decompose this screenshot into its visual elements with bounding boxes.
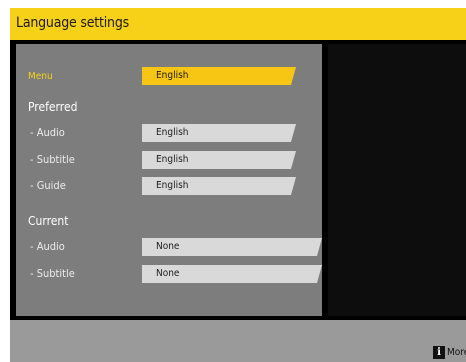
footer-bar: i More [10,320,466,362]
preferred-heading: Preferred [28,100,78,114]
preferred-guide-selector[interactable]: English [142,177,296,195]
settings-panel: Menu English Preferred - Audio English -… [16,44,322,316]
video-preview [328,44,466,316]
more-button-label[interactable]: More [447,347,466,358]
preferred-audio-label: - Audio [30,126,65,139]
preferred-guide-label: - Guide [30,179,66,192]
page-title: Language settings [16,15,129,31]
current-audio-label: - Audio [30,240,65,253]
menu-language-selector[interactable]: English [142,67,296,85]
current-subtitle-value: None [156,268,180,279]
info-icon[interactable]: i [433,346,445,359]
current-audio-selector[interactable]: None [142,238,322,256]
current-audio-value: None [156,241,180,252]
preferred-audio-selector[interactable]: English [142,124,296,142]
menu-language-label: Menu [28,71,53,82]
current-subtitle-label: - Subtitle [30,267,75,280]
preferred-subtitle-selector[interactable]: English [142,151,296,169]
language-settings-screen: Language settings Menu English Preferred… [10,8,466,362]
current-heading: Current [28,214,69,228]
preferred-subtitle-value: English [156,154,189,165]
preferred-guide-value: English [156,180,189,191]
menu-language-value: English [156,70,189,81]
preferred-subtitle-label: - Subtitle [30,153,75,166]
current-subtitle-selector[interactable]: None [142,265,322,283]
preferred-audio-value: English [156,127,189,138]
title-bar: Language settings [10,8,466,40]
